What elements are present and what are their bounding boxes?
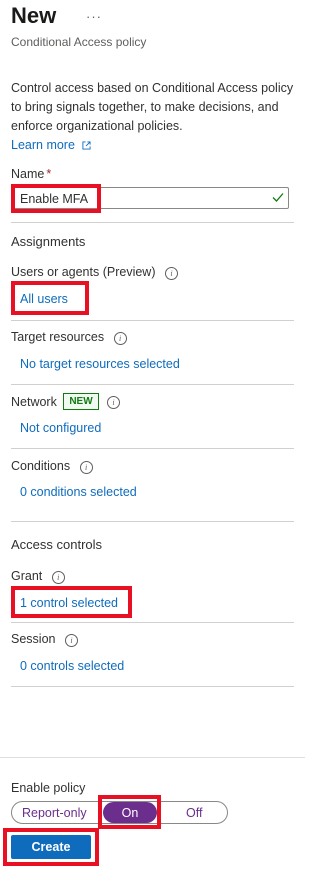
toggle-report-only[interactable]: Report-only	[22, 806, 87, 820]
divider	[11, 320, 294, 321]
divider	[11, 384, 294, 385]
divider	[11, 448, 294, 449]
more-options-icon[interactable]: ···	[86, 9, 102, 24]
enable-policy-label: Enable policy	[11, 781, 86, 795]
target-resources-label: Target resources i	[11, 330, 127, 345]
new-badge: NEW	[63, 393, 99, 410]
highlight-create-box	[3, 828, 99, 866]
required-mark: *	[46, 167, 52, 181]
session-value-link[interactable]: 0 controls selected	[20, 659, 124, 673]
highlight-users-box	[11, 281, 89, 315]
assignments-heading: Assignments	[11, 234, 86, 249]
divider	[11, 622, 294, 623]
external-link-icon	[82, 141, 91, 150]
divider	[11, 222, 294, 223]
conditions-value-link[interactable]: 0 conditions selected	[20, 485, 137, 499]
access-controls-heading: Access controls	[11, 537, 103, 552]
users-label: Users or agents (Preview) i	[11, 265, 178, 280]
learn-more-link[interactable]: Learn more	[11, 138, 75, 152]
info-icon[interactable]: i	[113, 332, 127, 345]
network-value-link[interactable]: Not configured	[20, 421, 101, 435]
divider	[11, 686, 294, 687]
page-title: New	[11, 3, 57, 28]
valid-check-icon	[272, 193, 284, 202]
info-icon[interactable]: i	[79, 461, 93, 474]
highlight-grant-box	[11, 586, 132, 618]
highlight-name-box	[11, 184, 101, 213]
toggle-off[interactable]: Off	[186, 806, 202, 820]
info-icon[interactable]: i	[164, 267, 178, 280]
name-label: Name *	[11, 167, 52, 181]
footer-divider	[0, 757, 305, 758]
grant-label: Grant i	[11, 569, 65, 584]
target-resources-value-link[interactable]: No target resources selected	[20, 357, 180, 371]
network-label: Network	[11, 395, 57, 409]
conditions-label: Conditions i	[11, 459, 93, 474]
policy-description: Control access based on Conditional Acce…	[11, 79, 296, 155]
info-icon[interactable]: i	[107, 396, 120, 409]
info-icon[interactable]: i	[64, 634, 78, 647]
description-text: Control access based on Conditional Acce…	[11, 81, 294, 133]
session-label: Session i	[11, 632, 78, 647]
highlight-on-box	[98, 795, 161, 829]
info-icon[interactable]: i	[51, 571, 65, 584]
divider	[11, 521, 294, 522]
page-subtitle: Conditional Access policy	[11, 35, 147, 49]
